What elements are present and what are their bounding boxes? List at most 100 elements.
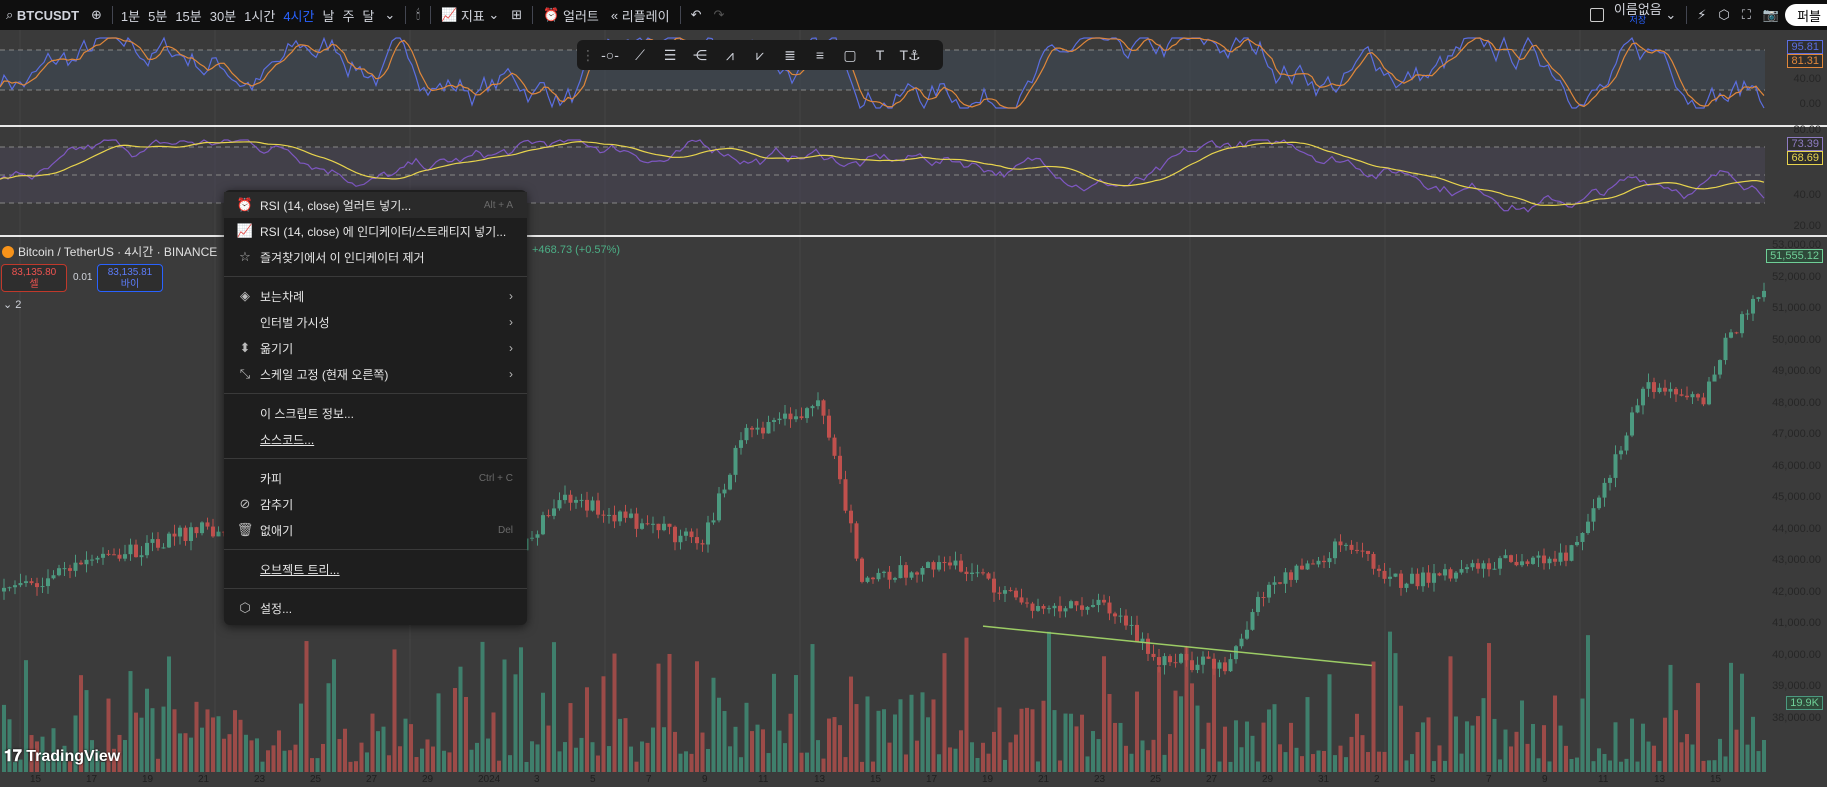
volume-bar [1041, 700, 1046, 772]
candle-body [1168, 656, 1172, 663]
volume-bar [535, 744, 540, 772]
menu-item-4[interactable]: 인터벌 가시성 › [224, 309, 527, 335]
candle-body [579, 499, 584, 501]
abcd-pattern-icon[interactable]: ⩗ [747, 44, 773, 66]
candle-body [876, 572, 881, 580]
horizontal-ray-icon[interactable]: -○- [597, 44, 623, 66]
interval-4[interactable]: 1시간 [240, 0, 279, 30]
tradingview-logo[interactable]: 𝟏𝟕 TradingView [4, 748, 120, 766]
templates-button[interactable]: ⊞ [505, 0, 528, 30]
volume-bar [1597, 748, 1601, 772]
menu-item-6[interactable]: ⤡ 스케일 고정 (현재 오른쪽) › [224, 361, 527, 387]
menu-item-11[interactable]: 🗑 없애기 Del [224, 517, 527, 543]
symbol-search[interactable]: ⌕ BTCUSDT [0, 0, 85, 30]
menu-item-13[interactable]: ⬡ 설정... [224, 595, 527, 621]
volume-bar [1003, 759, 1007, 772]
compare-button[interactable]: ⊕ [85, 0, 108, 30]
sell-button[interactable]: 83,135.80 셀 [1, 264, 67, 292]
candle-body [722, 489, 727, 494]
layout-button[interactable]: 이름없음 저장 ⌄ [1584, 0, 1682, 30]
publish-button[interactable]: 퍼블 [1785, 4, 1827, 26]
redo-button[interactable]: ↷ [707, 0, 730, 30]
time-axis-label: 13 [814, 774, 826, 785]
volume-bar [909, 694, 914, 772]
menu-divider [224, 393, 527, 394]
alert-button[interactable]: ⏰ 얼러트 [537, 0, 605, 30]
interval-7[interactable]: 주 [338, 0, 358, 30]
undo-button[interactable]: ↶ [685, 0, 708, 30]
text-icon[interactable]: T [867, 44, 893, 66]
candle-body [150, 539, 155, 543]
candle-body [563, 494, 567, 501]
volume-bar [898, 699, 903, 772]
buy-button[interactable]: 83,135.81 바이 [97, 264, 163, 292]
trend-line-icon[interactable]: ⟋ [627, 44, 653, 66]
replay-button[interactable]: « 리플레이 [605, 0, 676, 30]
camera-icon: 📷 [1762, 7, 1780, 22]
candle-body [2, 587, 6, 592]
volume-bar [1707, 760, 1711, 772]
fib-retracement-icon[interactable]: ☰ [657, 44, 683, 66]
interval-3[interactable]: 30분 [206, 0, 240, 30]
chart-type-button[interactable]: 🕯 [410, 0, 426, 30]
symbol-legend[interactable]: Bitcoin / TetherUS · 4시간 · BINANCE [2, 243, 217, 260]
volume-bar [1195, 705, 1200, 772]
volume-bar [1096, 739, 1101, 772]
menu-item-8[interactable]: 소스코드... [224, 426, 527, 452]
short-position-icon[interactable]: ≡ [807, 44, 833, 66]
interval-1[interactable]: 5분 [144, 0, 171, 30]
long-position-icon[interactable]: ≣ [777, 44, 803, 66]
interval-dropdown[interactable]: ⌄ [378, 0, 401, 30]
candle-body [1553, 558, 1557, 562]
settings-button[interactable]: ⬡ [1712, 0, 1735, 30]
pitchfork-icon[interactable]: ⋲ [687, 44, 713, 66]
drag-handle[interactable]: ⋮ [581, 44, 595, 66]
gear-icon: ⬡ [239, 600, 251, 615]
interval-8[interactable]: 달 [358, 0, 378, 30]
anchored-text-icon[interactable]: T⚓ [897, 44, 923, 66]
volume-bar [260, 761, 265, 772]
candle-body [1135, 624, 1139, 642]
volume-bar [1349, 736, 1354, 772]
menu-item-12[interactable]: 오브젝트 트리... [224, 556, 527, 582]
alarm-plus-icon: ⏰ [236, 197, 254, 212]
volume-bar [1718, 738, 1722, 772]
candle-body [1712, 374, 1717, 382]
interval-2[interactable]: 15분 [171, 0, 205, 30]
menu-item-5[interactable]: ⬍ 옮기기 › [224, 335, 527, 361]
volume-bar [1316, 750, 1321, 772]
time-axis-label: 15 [1710, 774, 1722, 785]
menu-item-0[interactable]: ⏰ RSI (14, close) 얼러트 넣기... Alt + A [224, 192, 527, 218]
interval-6[interactable]: 날 [318, 0, 338, 30]
menu-item-3[interactable]: ◈ 보는차례 › [224, 283, 527, 309]
collapse-indicators-toggle[interactable]: ⌄ 2 [3, 298, 21, 311]
candle-body [1025, 602, 1029, 604]
candle-body [1377, 568, 1381, 571]
volume-bar [612, 653, 617, 772]
volume-bar [744, 702, 749, 772]
xabcd-pattern-icon[interactable]: ⩘ [717, 44, 743, 66]
candle-body [860, 558, 864, 582]
volume-bar [1162, 754, 1167, 772]
candle-body [1360, 550, 1365, 552]
volume-bar [1377, 751, 1381, 772]
rectangle-icon[interactable]: ▢ [837, 44, 863, 66]
menu-item-10[interactable]: ⊘ 감추기 [224, 491, 527, 517]
menu-item-9[interactable]: 카피 Ctrl + C [224, 465, 527, 491]
interval-5[interactable]: 4시간 [279, 0, 318, 30]
time-axis-label: 7 [1486, 774, 1492, 785]
time-axis-label: 2 [1374, 774, 1380, 785]
volume-bar [1294, 747, 1299, 772]
snapshot-button[interactable]: 📷 [1757, 0, 1785, 30]
candle-body [1195, 664, 1200, 671]
menu-item-1[interactable]: 📈 RSI (14, close) 에 인디케이터/스트래티지 넣기... [224, 218, 527, 244]
menu-item-2[interactable]: ☆ 즐겨찾기에서 이 인디케이터 제거 [224, 244, 527, 270]
indicators-button[interactable]: 📈 지표 ⌄ [435, 0, 505, 30]
fullscreen-button[interactable]: ⛶ [1736, 0, 1757, 30]
candle-body [73, 562, 78, 571]
quick-search-button[interactable]: ⚡ [1691, 0, 1712, 30]
candle-body [601, 514, 606, 516]
interval-0[interactable]: 1분 [117, 0, 144, 30]
time-axis-label: 7 [646, 774, 652, 785]
menu-item-7[interactable]: 이 스크립트 정보... [224, 400, 527, 426]
